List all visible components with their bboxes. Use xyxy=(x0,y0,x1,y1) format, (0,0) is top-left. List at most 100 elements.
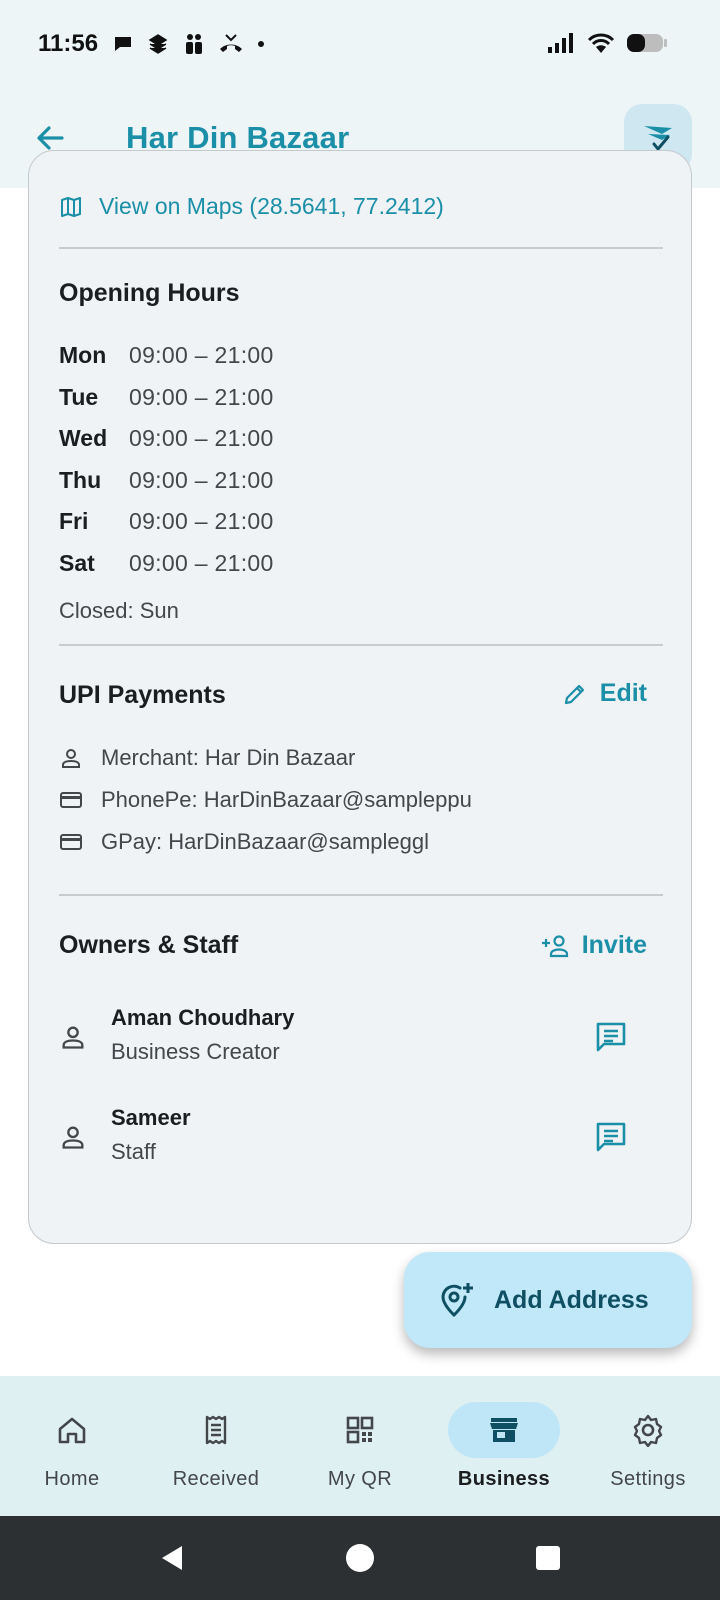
message-button[interactable] xyxy=(589,1115,633,1159)
add-location-icon xyxy=(441,1283,473,1317)
nav-label: My QR xyxy=(327,1468,393,1490)
nav-pill xyxy=(592,1402,704,1458)
missed-call-icon xyxy=(220,34,242,52)
business-details-card: View on Maps (28.5641, 77.2412) Opening … xyxy=(28,150,692,1244)
divider xyxy=(59,894,663,896)
system-recents-button[interactable] xyxy=(526,1536,570,1580)
circle-home-icon xyxy=(346,1544,374,1572)
chat-bubble-icon xyxy=(115,37,131,51)
day-label: Thu xyxy=(59,466,102,493)
system-navigation-bar xyxy=(0,1516,720,1600)
credit-card-icon xyxy=(60,834,82,850)
signal-icon xyxy=(548,33,573,53)
nav-pill-active xyxy=(448,1402,560,1458)
square-recents-icon xyxy=(536,1546,560,1570)
opening-hours-title: Opening Hours xyxy=(59,279,240,307)
wifi-icon xyxy=(587,33,615,53)
add-person-icon xyxy=(541,934,568,957)
hours-value: 09:00 – 21:00 xyxy=(129,466,274,493)
hours-value: 09:00 – 21:00 xyxy=(129,383,274,410)
staff-name: Sameer xyxy=(111,1105,191,1130)
system-indicators xyxy=(546,32,668,54)
gpay-text: GPay: HarDinBazaar@sampleggl xyxy=(101,829,430,854)
nav-label: Home xyxy=(44,1468,100,1490)
opening-hours-list: Mon 09:00 – 21:00 Tue 09:00 – 21:00 Wed 09:… xyxy=(59,335,274,584)
hours-row-tue: Tue 09:00 – 21:00 xyxy=(59,377,274,419)
hours-value: 09:00 – 21:00 xyxy=(129,549,274,576)
hours-row-mon: Mon 09:00 – 21:00 xyxy=(59,335,274,377)
status-bar: 11:56 xyxy=(0,0,720,92)
qr-code-icon xyxy=(346,1416,374,1444)
staff-item: Sameer Staff xyxy=(59,1101,663,1181)
divider xyxy=(59,247,663,249)
upi-payments-title: UPI Payments xyxy=(59,681,226,709)
invite-label: Invite xyxy=(581,931,647,959)
nav-label: Settings xyxy=(610,1468,686,1490)
hours-row-thu: Thu 09:00 – 21:00 xyxy=(59,460,274,502)
day-label: Fri xyxy=(59,508,89,535)
person-icon xyxy=(62,749,80,768)
staff-item: Aman Choudhary Business Creator xyxy=(59,1001,663,1081)
hours-value: 09:00 – 21:00 xyxy=(129,508,274,535)
message-icon xyxy=(596,1022,626,1052)
day-label: Sat xyxy=(59,549,95,576)
nav-item-home[interactable]: Home xyxy=(0,1376,144,1516)
nav-item-business[interactable]: Business xyxy=(432,1376,576,1516)
gear-icon xyxy=(633,1414,663,1447)
person-icon xyxy=(62,1126,84,1149)
battery-icon xyxy=(627,34,667,52)
edit-upi-button[interactable]: Edit xyxy=(562,679,647,708)
person-icon xyxy=(62,1026,84,1049)
edit-label: Edit xyxy=(599,679,647,707)
owners-staff-title: Owners & Staff xyxy=(59,931,239,959)
nav-label: Business xyxy=(457,1468,551,1490)
gpay-row: GPay: HarDinBazaar@sampleggl xyxy=(59,829,429,855)
divider xyxy=(59,644,663,646)
add-address-label: Add Address xyxy=(494,1285,649,1314)
nav-item-my-qr[interactable]: My QR xyxy=(288,1376,432,1516)
merchant-row: Merchant: Har Din Bazaar xyxy=(59,745,355,771)
message-button[interactable] xyxy=(589,1015,633,1059)
dot-icon xyxy=(258,41,264,47)
day-label: Tue xyxy=(59,383,99,410)
pencil-icon xyxy=(564,684,584,704)
status-time: 11:56 xyxy=(38,30,99,57)
stack-icon xyxy=(148,34,168,54)
day-label: Wed xyxy=(59,425,108,452)
nav-pill xyxy=(304,1402,416,1458)
hours-row-wed: Wed 09:00 – 21:00 xyxy=(59,418,274,460)
staff-name: Aman Choudhary xyxy=(111,1005,295,1030)
nav-item-settings[interactable]: Settings xyxy=(576,1376,720,1516)
store-icon xyxy=(490,1418,518,1442)
triangle-back-icon xyxy=(162,1546,182,1570)
hours-value: 09:00 – 21:00 xyxy=(129,425,274,452)
day-label: Mon xyxy=(59,342,107,369)
hours-row-sat: Sat 09:00 – 21:00 xyxy=(59,543,274,585)
hours-row-fri: Fri 09:00 – 21:00 xyxy=(59,501,274,543)
message-icon xyxy=(596,1122,626,1152)
credit-card-icon xyxy=(60,792,82,808)
view-on-maps-link[interactable]: View on Maps (28.5641, 77.2412) xyxy=(59,193,444,220)
home-icon xyxy=(58,1417,86,1444)
receipt-icon xyxy=(205,1415,227,1445)
nav-pill xyxy=(16,1402,128,1458)
maps-link-text: View on Maps (28.5641, 77.2412) xyxy=(99,193,444,219)
nav-label: Received xyxy=(172,1468,260,1490)
hours-value: 09:00 – 21:00 xyxy=(129,342,274,369)
system-home-button[interactable] xyxy=(338,1536,382,1580)
staff-role: Business Creator xyxy=(111,1039,280,1064)
invite-button[interactable]: Invite xyxy=(540,931,647,960)
system-back-button[interactable] xyxy=(150,1536,194,1580)
phonepe-text: PhonePe: HarDinBazaar@sampleppu xyxy=(101,787,472,812)
notification-icons xyxy=(112,32,266,56)
add-address-button[interactable]: Add Address xyxy=(404,1252,692,1348)
staff-role: Staff xyxy=(111,1139,156,1164)
map-icon xyxy=(61,196,81,217)
bottom-navigation: Home Received My QR Business Settings xyxy=(0,1376,720,1516)
phonepe-row: PhonePe: HarDinBazaar@sampleppu xyxy=(59,787,472,813)
people-icon xyxy=(186,34,202,54)
closed-days-text: Closed: Sun xyxy=(59,598,179,623)
nav-pill xyxy=(160,1402,272,1458)
merchant-text: Merchant: Har Din Bazaar xyxy=(101,745,356,770)
nav-item-received[interactable]: Received xyxy=(144,1376,288,1516)
